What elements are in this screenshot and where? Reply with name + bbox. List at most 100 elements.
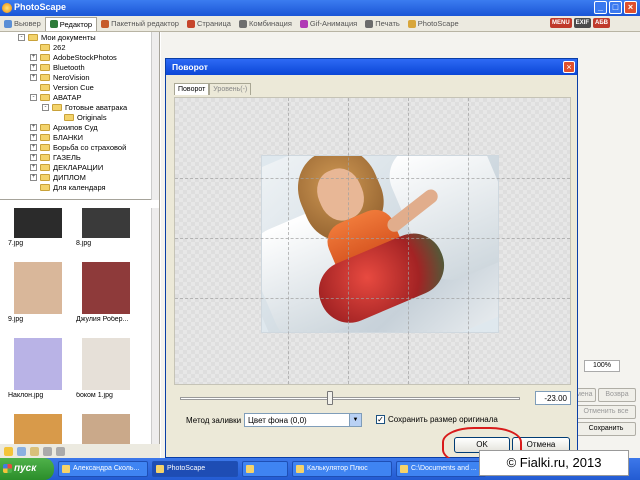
left-toolbar xyxy=(0,444,160,458)
expand-toggle-icon[interactable]: + xyxy=(30,153,37,161)
start-button[interactable]: пуск xyxy=(0,458,54,480)
tree-scrollbar[interactable] xyxy=(151,32,159,200)
thumbnail-caption: Наклон.jpg xyxy=(8,392,44,399)
preview-canvas xyxy=(174,97,571,385)
star-icon[interactable] xyxy=(4,446,13,456)
folder-icon xyxy=(40,153,50,161)
exif-badge[interactable]: EXIF xyxy=(573,18,592,28)
maximize-button[interactable]: □ xyxy=(609,1,622,14)
rotated-photo xyxy=(261,155,499,333)
task-photoscape[interactable]: PhotoScape xyxy=(152,461,238,477)
minimize-button[interactable]: _ xyxy=(594,1,607,14)
redo-button[interactable]: Возвра xyxy=(598,388,636,402)
dialog-close-button[interactable]: × xyxy=(563,61,575,73)
task-alexandra[interactable]: Александра Сколь... xyxy=(58,461,148,477)
thumbnail-item[interactable]: 8.jpg xyxy=(76,208,136,247)
tree-item[interactable]: + ДИПЛОМ xyxy=(0,172,156,182)
tree-item[interactable]: Для календаря xyxy=(0,182,156,192)
thumbnail-item[interactable]: Джулия Робер... xyxy=(76,262,136,323)
chevron-down-icon[interactable]: ▼ xyxy=(349,414,361,426)
zoom-level[interactable]: 100% xyxy=(584,360,620,372)
folder-tree: - Мои документы 262 + AdobeStockPhotos + Bluet… xyxy=(0,32,156,200)
tree-item[interactable]: + NeroVision xyxy=(0,72,156,82)
thumbs-scrollbar[interactable] xyxy=(151,208,159,444)
tab-gif-animation[interactable]: Gif-Анимация xyxy=(296,17,361,31)
close-button[interactable]: × xyxy=(624,1,637,14)
expand-toggle-icon[interactable]: + xyxy=(30,63,37,71)
thumbnail-image xyxy=(82,208,130,238)
left-panel: - Мои документы 262 + AdobeStockPhotos + Bluet… xyxy=(0,32,160,458)
rotation-slider-thumb[interactable] xyxy=(326,391,333,405)
tab-page[interactable]: Страница xyxy=(183,17,235,31)
menu-badge[interactable]: MENU xyxy=(550,18,572,28)
thumbnail-item[interactable]: боком 1.jpg xyxy=(76,338,136,399)
tree-item[interactable]: - Готовые аватрака xyxy=(0,102,156,112)
fill-method-value: Цвет фона (0,0) xyxy=(248,416,307,425)
expand-toggle-icon[interactable]: + xyxy=(30,143,37,151)
tab-print[interactable]: Печать xyxy=(361,17,404,31)
tree-item[interactable]: + AdobeStockPhotos xyxy=(0,52,156,62)
tab-rotate[interactable]: Поворот xyxy=(174,83,210,95)
tree-item[interactable]: + Борьба со страховой xyxy=(0,142,156,152)
tree-item[interactable]: - Мои документы xyxy=(0,32,156,42)
text-badge[interactable]: АБВ xyxy=(593,18,610,28)
tab-batch-editor[interactable]: Пакетный редактор xyxy=(97,17,183,31)
thumbnail-image xyxy=(82,262,130,314)
save-button[interactable]: Сохранить xyxy=(576,422,636,436)
expand-toggle-icon[interactable]: + xyxy=(30,163,37,171)
task-explorer[interactable]: C:\Documents and ... xyxy=(396,461,486,477)
grid-line xyxy=(175,178,570,179)
thumbnail-item[interactable] xyxy=(8,414,68,448)
angle-input[interactable]: -23.00 xyxy=(535,391,571,405)
thumbnail-image xyxy=(14,338,62,390)
grid-line xyxy=(468,98,469,384)
thumbnail-item[interactable]: 7.jpg xyxy=(8,208,68,247)
thumbnail-item[interactable] xyxy=(76,414,136,448)
undo-arrow-icon[interactable] xyxy=(43,446,52,456)
tab-level[interactable]: Уровень(-) xyxy=(209,83,252,95)
expand-toggle-icon[interactable]: + xyxy=(30,53,37,61)
redo-arrow-icon[interactable] xyxy=(56,446,65,456)
printer-icon xyxy=(365,19,374,28)
tree-item[interactable]: Version Cue xyxy=(0,82,156,92)
thumbnail-caption: 7.jpg xyxy=(8,240,24,247)
expand-toggle-icon[interactable]: - xyxy=(30,93,37,101)
rotation-slider-track[interactable] xyxy=(180,397,520,400)
expand-toggle-icon[interactable]: + xyxy=(30,73,37,81)
fill-method-select[interactable]: Цвет фона (0,0) ▼ xyxy=(244,413,362,427)
expand-toggle-icon[interactable]: + xyxy=(30,173,37,181)
undo-all-button[interactable]: Отменить все xyxy=(576,405,636,419)
top-badges: MENU EXIF АБВ xyxy=(550,18,610,28)
tree-item[interactable]: + Bluetooth xyxy=(0,62,156,72)
mode-tabs: Вьювер Редактор Пакетный редактор Страни… xyxy=(0,16,640,32)
task-calculator[interactable]: Калькулятор Плюс xyxy=(292,461,392,477)
tree-item[interactable]: Originals xyxy=(0,112,156,122)
refresh-icon[interactable] xyxy=(17,446,26,456)
thumbnail-image xyxy=(14,262,62,314)
thumbnail-image xyxy=(14,414,62,448)
tab-combine[interactable]: Комбинация xyxy=(235,17,296,31)
expand-toggle-icon[interactable]: - xyxy=(42,103,49,111)
keep-size-checkbox[interactable]: ✓ xyxy=(376,415,385,424)
tree-item[interactable]: - АВАТАР xyxy=(0,92,156,102)
tree-item-label: Мои документы xyxy=(41,32,96,42)
expand-toggle-icon[interactable]: + xyxy=(30,123,37,131)
expand-toggle-icon[interactable]: - xyxy=(18,33,25,41)
folder-icon xyxy=(40,143,50,151)
expand-toggle-icon[interactable]: + xyxy=(30,133,37,141)
tab-editor[interactable]: Редактор xyxy=(44,16,98,31)
tab-viewer[interactable]: Вьювер xyxy=(0,17,45,31)
tab-photoscape[interactable]: PhotoScape xyxy=(404,17,463,31)
thumbnail-caption: 8.jpg xyxy=(76,240,92,247)
folder-icon[interactable] xyxy=(30,446,39,456)
tree-item[interactable]: + ГАЗЕЛЬ xyxy=(0,152,156,162)
tree-item[interactable]: + ДЕКЛАРАЦИИ xyxy=(0,162,156,172)
thumbnail-item[interactable]: 9.jpg xyxy=(8,262,68,323)
tree-item[interactable]: 262 xyxy=(0,42,156,52)
tree-item[interactable]: + БЛАНКИ xyxy=(0,132,156,142)
tree-item[interactable]: + Архипов Суд xyxy=(0,122,156,132)
folder-icon xyxy=(40,73,50,81)
folder-icon xyxy=(40,183,50,191)
task-empty[interactable] xyxy=(242,461,288,477)
thumbnail-item[interactable]: Наклон.jpg xyxy=(8,338,68,399)
